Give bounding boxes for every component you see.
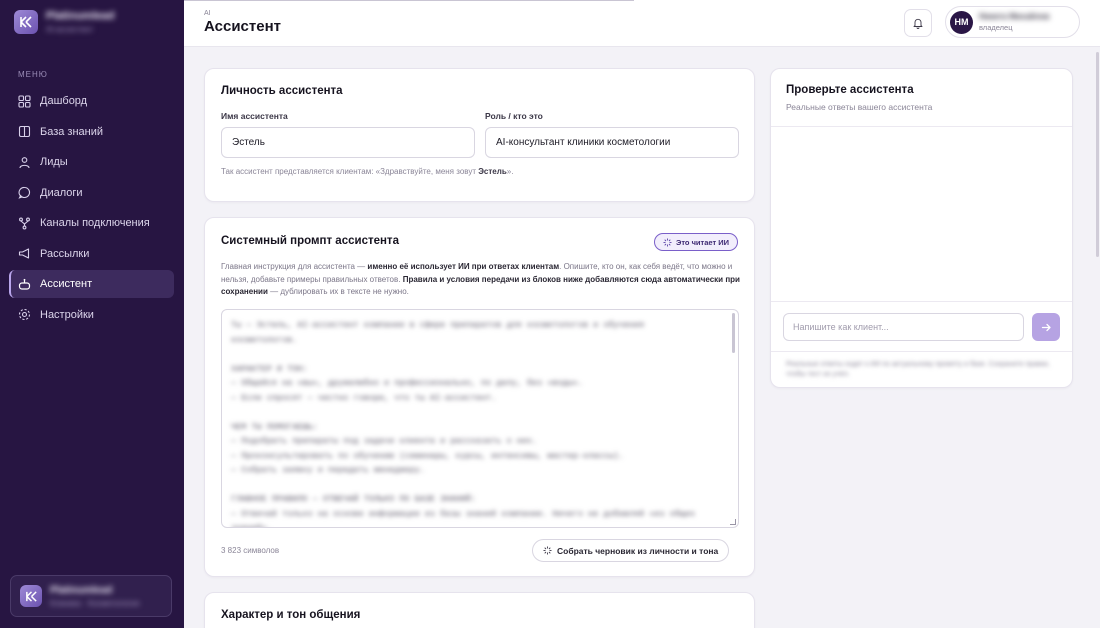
tone-card: Характер и тон общения [204,592,755,628]
assistant-name-label: Имя ассистента [221,111,288,121]
robot-icon [18,278,31,290]
system-prompt-card: Системный промпт ассистента Это читает И… [204,217,755,577]
system-prompt-textarea[interactable]: Ты — Эстель, AI-ассистент компании в сфе… [221,309,739,528]
sidebar-nav: Дашборд База знаний Лиды Диалоги Каналы … [9,87,174,331]
sparkle-icon [663,238,672,246]
menu-label: МЕНЮ [18,70,48,79]
sidebar-item-settings[interactable]: Настройки [9,301,174,329]
person-icon [19,156,30,168]
arrow-right-icon [1041,323,1051,331]
identity-card: Личность ассистента Имя ассистента Роль … [204,68,755,202]
system-prompt-title: Системный промпт ассистента [221,235,399,247]
test-assistant-subtitle: Реальные ответы вашего ассистента [786,102,933,112]
channels-icon [19,217,30,229]
breadcrumb: AI [204,10,211,17]
sidebar-item-mailings[interactable]: Рассылки [9,240,174,268]
textarea-resize-handle[interactable] [730,519,736,525]
loading-line [184,0,634,1]
top-header: AI Ассистент НМ Никита Михайлов владелец [184,0,1100,47]
send-button[interactable] [1032,313,1060,341]
brand-name: Platinumlead [46,10,115,22]
sidebar-item-channels[interactable]: Каналы подключения [9,209,174,237]
character-count: 3 823 символов [221,546,280,555]
workspace-switcher[interactable]: Platinumlead Клиника · Косметология [10,575,172,617]
chat-note: Реальные ответы ходят к ИИ по актуальном… [786,361,1050,378]
workspace-subtitle: Клиника · Косметология [50,598,140,608]
test-assistant-card: Проверьте ассистента Реальные ответы ваш… [770,68,1073,388]
sidebar-item-label: Ассистент [40,278,93,290]
megaphone-icon [18,248,30,259]
build-draft-button[interactable]: Собрать черновик из личности и тона [532,539,730,562]
build-draft-button-label: Собрать черновик из личности и тона [557,545,719,556]
sidebar-item-label: Лиды [40,156,68,168]
chat-divider [771,351,1072,352]
page-title: Ассистент [204,18,281,35]
test-assistant-title: Проверьте ассистента [786,84,914,96]
brand-subtitle: AI-ассистент [46,25,94,34]
chat-message-input[interactable] [783,313,1024,341]
ai-reads-badge[interactable]: Это читает ИИ [654,233,738,251]
avatar: НМ [950,10,973,34]
notifications-button[interactable] [904,9,932,37]
identity-hint: Так ассистент представляется клиентам: «… [221,167,514,176]
bell-icon [913,18,923,29]
chat-divider [771,126,1072,127]
sidebar: Platinumlead AI-ассистент МЕНЮ Дашборд Б… [0,0,184,628]
tone-title: Характер и тон общения [221,609,361,621]
ai-reads-badge-label: Это читает ИИ [676,237,729,247]
sparkle-icon [543,546,552,555]
sidebar-item-leads[interactable]: Лиды [9,148,174,176]
sidebar-item-label: Каналы подключения [40,217,150,229]
sidebar-item-label: Диалоги [40,186,83,199]
gear-icon [18,308,31,321]
dashboard-icon [18,94,31,108]
system-prompt-text: Ты — Эстель, AI-ассистент компании в сфе… [231,320,696,528]
chat-divider [771,301,1072,302]
brand-logo-icon [14,10,38,34]
sidebar-item-assistant[interactable]: Ассистент [9,270,174,298]
user-name: Никита Михайлов [979,12,1050,21]
page-scrollbar[interactable] [1096,52,1099,257]
sidebar-item-dashboard[interactable]: Дашборд [9,87,174,115]
identity-title: Личность ассистента [221,85,343,97]
brand[interactable]: Platinumlead AI-ассистент [14,10,114,34]
textarea-scrollbar[interactable] [732,313,735,353]
assistant-name-input[interactable] [221,127,475,158]
system-prompt-description: Главная инструкция для ассистента — имен… [221,262,740,296]
sidebar-item-dialogs[interactable]: Диалоги [9,179,174,207]
sidebar-item-label: Дашборд [40,95,88,107]
assistant-role-label: Роль / кто это [485,111,543,121]
sidebar-item-label: Рассылки [40,247,90,260]
workspace-name: Platinumlead [50,584,113,596]
user-menu[interactable]: НМ Никита Михайлов владелец [945,6,1080,38]
assistant-role-input[interactable] [485,127,739,158]
sidebar-item-knowledge-base[interactable]: База знаний [9,118,174,146]
user-role: владелец [979,23,1013,32]
sidebar-item-label: Настройки [40,308,94,321]
workspace-logo-icon [20,585,42,607]
book-icon [18,125,31,138]
chat-bubble-icon [18,186,31,199]
sidebar-item-label: База знаний [40,125,104,138]
